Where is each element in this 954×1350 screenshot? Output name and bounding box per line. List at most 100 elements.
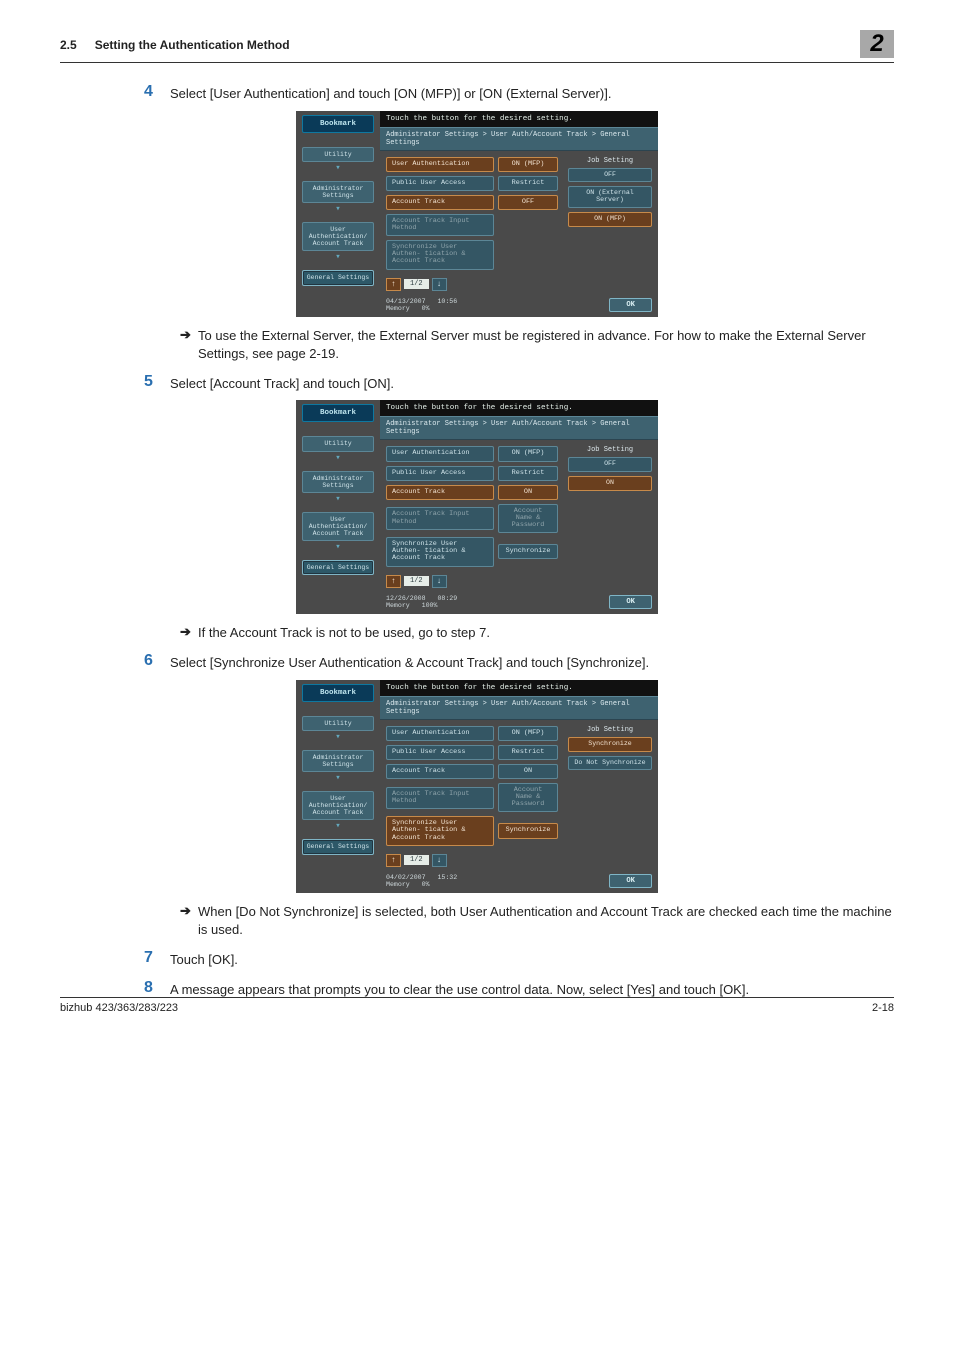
bookmark-button[interactable]: Bookmark bbox=[302, 684, 374, 702]
pager-up-button[interactable]: ↑ bbox=[386, 575, 401, 588]
side-option-button[interactable]: ON (MFP) bbox=[568, 212, 652, 227]
setting-label[interactable]: Public User Access bbox=[386, 176, 494, 191]
setting-label[interactable]: Account Track Input Method bbox=[386, 214, 494, 236]
left-nav-item[interactable]: General Settings bbox=[302, 270, 374, 285]
note-5: ➔ If the Account Track is not to be used… bbox=[180, 624, 894, 642]
step-5: 5 Select [Account Track] and touch [ON]. bbox=[144, 373, 894, 393]
side-column-title: Job Setting bbox=[568, 157, 652, 165]
left-nav-item[interactable]: Utility bbox=[302, 716, 374, 731]
ok-button[interactable]: OK bbox=[609, 298, 652, 312]
step-number: 7 bbox=[144, 949, 170, 969]
left-nav-item[interactable]: Administrator Settings bbox=[302, 471, 374, 493]
side-option-button[interactable]: Do Not Synchronize bbox=[568, 756, 652, 771]
panel-left-nav: BookmarkUtility▾Administrator Settings▾U… bbox=[296, 111, 380, 318]
step-number: 8 bbox=[144, 979, 170, 999]
setting-label[interactable]: Account Track Input Method bbox=[386, 787, 494, 809]
bookmark-button[interactable]: Bookmark bbox=[302, 115, 374, 133]
left-nav-item[interactable]: User Authentication/ Account Track bbox=[302, 791, 374, 820]
chevron-down-icon: ▾ bbox=[335, 494, 340, 504]
step-6: 6 Select [Synchronize User Authenticatio… bbox=[144, 652, 894, 672]
side-option-button[interactable]: OFF bbox=[568, 168, 652, 183]
setting-value: ON bbox=[498, 485, 558, 500]
step-number: 6 bbox=[144, 652, 170, 672]
pager: ↑1/2↓ bbox=[386, 575, 562, 588]
pager-indicator: 1/2 bbox=[404, 576, 429, 586]
pager-down-button[interactable]: ↓ bbox=[432, 278, 447, 291]
section-number: 2.5 bbox=[60, 38, 77, 52]
setting-label[interactable]: Synchronize User Authen- tication & Acco… bbox=[386, 240, 494, 269]
setting-row: Account TrackON bbox=[386, 764, 562, 779]
left-nav-item[interactable]: Utility bbox=[302, 147, 374, 162]
setting-value: Account Name & Password bbox=[498, 504, 558, 533]
bookmark-button[interactable]: Bookmark bbox=[302, 404, 374, 422]
setting-row: Public User AccessRestrict bbox=[386, 176, 562, 191]
chevron-down-icon: ▾ bbox=[335, 204, 340, 214]
setting-label[interactable]: User Authentication bbox=[386, 726, 494, 741]
side-option-button[interactable]: Synchronize bbox=[568, 737, 652, 752]
chevron-down-icon: ▾ bbox=[335, 821, 340, 831]
setting-label[interactable]: Account Track bbox=[386, 485, 494, 500]
ok-button[interactable]: OK bbox=[609, 874, 652, 888]
step-number: 5 bbox=[144, 373, 170, 393]
setting-label[interactable]: Public User Access bbox=[386, 466, 494, 481]
note-text: When [Do Not Synchronize] is selected, b… bbox=[198, 903, 894, 939]
step-number: 4 bbox=[144, 83, 170, 103]
setting-row: Public User AccessRestrict bbox=[386, 466, 562, 481]
breadcrumb: Administrator Settings > User Auth/Accou… bbox=[380, 696, 658, 720]
setting-label[interactable]: User Authentication bbox=[386, 157, 494, 172]
pager-down-button[interactable]: ↓ bbox=[432, 854, 447, 867]
panel-title: Touch the button for the desired setting… bbox=[380, 400, 658, 416]
note-4: ➔ To use the External Server, the Extern… bbox=[180, 327, 894, 363]
setting-label[interactable]: Account Track Input Method bbox=[386, 507, 494, 529]
chapter-badge: 2 bbox=[860, 30, 894, 58]
side-option-button[interactable]: ON bbox=[568, 476, 652, 491]
left-nav-item[interactable]: Administrator Settings bbox=[302, 181, 374, 203]
step-4: 4 Select [User Authentication] and touch… bbox=[144, 83, 894, 103]
setting-label[interactable]: Synchronize User Authen- tication & Acco… bbox=[386, 816, 494, 845]
setting-label[interactable]: Synchronize User Authen- tication & Acco… bbox=[386, 537, 494, 566]
panel-main: Touch the button for the desired setting… bbox=[380, 680, 658, 894]
section-title: Setting the Authentication Method bbox=[95, 38, 860, 52]
setting-value: ON (MFP) bbox=[498, 726, 558, 741]
mfp-screenshot: BookmarkUtility▾Administrator Settings▾U… bbox=[296, 400, 658, 614]
setting-row: Account Track OFF bbox=[386, 195, 562, 210]
setting-row: Public User AccessRestrict bbox=[386, 745, 562, 760]
panel-title: Touch the button for the desired setting… bbox=[380, 111, 658, 127]
setting-value: OFF bbox=[498, 195, 558, 210]
mfp-screenshot: BookmarkUtility▾Administrator Settings▾U… bbox=[296, 680, 658, 894]
ok-button[interactable]: OK bbox=[609, 595, 652, 609]
panel-status: 04/02/2007 15:32 Memory 0% bbox=[386, 874, 609, 889]
footer-right: 2-18 bbox=[872, 1002, 894, 1014]
breadcrumb: Administrator Settings > User Auth/Accou… bbox=[380, 416, 658, 440]
left-nav-item[interactable]: Utility bbox=[302, 436, 374, 451]
left-nav-item[interactable]: General Settings bbox=[302, 560, 374, 575]
side-option-button[interactable]: ON (External Server) bbox=[568, 186, 652, 208]
setting-row: Account Track Input MethodAccount Name &… bbox=[386, 783, 562, 812]
note-text: To use the External Server, the External… bbox=[198, 327, 894, 363]
pager-down-button[interactable]: ↓ bbox=[432, 575, 447, 588]
left-nav-item[interactable]: User Authentication/ Account Track bbox=[302, 512, 374, 541]
mfp-screenshot: BookmarkUtility▾Administrator Settings▾U… bbox=[296, 111, 658, 318]
pager-indicator: 1/2 bbox=[404, 855, 429, 865]
left-nav-item[interactable]: User Authentication/ Account Track bbox=[302, 222, 374, 251]
step-text: Touch [OK]. bbox=[170, 949, 238, 969]
setting-label[interactable]: User Authentication bbox=[386, 446, 494, 461]
setting-label[interactable]: Account Track bbox=[386, 195, 494, 210]
panel-main: Touch the button for the desired setting… bbox=[380, 111, 658, 318]
chevron-down-icon: ▾ bbox=[335, 252, 340, 262]
note-text: If the Account Track is not to be used, … bbox=[198, 624, 490, 642]
pager-indicator: 1/2 bbox=[404, 279, 429, 289]
left-nav-item[interactable]: Administrator Settings bbox=[302, 750, 374, 772]
setting-row: Synchronize User Authen- tication & Acco… bbox=[386, 537, 562, 566]
pager-up-button[interactable]: ↑ bbox=[386, 854, 401, 867]
side-option-button[interactable]: OFF bbox=[568, 457, 652, 472]
pager-up-button[interactable]: ↑ bbox=[386, 278, 401, 291]
setting-label[interactable]: Account Track bbox=[386, 764, 494, 779]
setting-value: Account Name & Password bbox=[498, 783, 558, 812]
step-text: A message appears that prompts you to cl… bbox=[170, 979, 749, 999]
chevron-down-icon: ▾ bbox=[335, 542, 340, 552]
arrow-icon: ➔ bbox=[180, 624, 198, 642]
setting-label[interactable]: Public User Access bbox=[386, 745, 494, 760]
page-header: 2.5 Setting the Authentication Method 2 bbox=[60, 38, 894, 63]
left-nav-item[interactable]: General Settings bbox=[302, 839, 374, 854]
